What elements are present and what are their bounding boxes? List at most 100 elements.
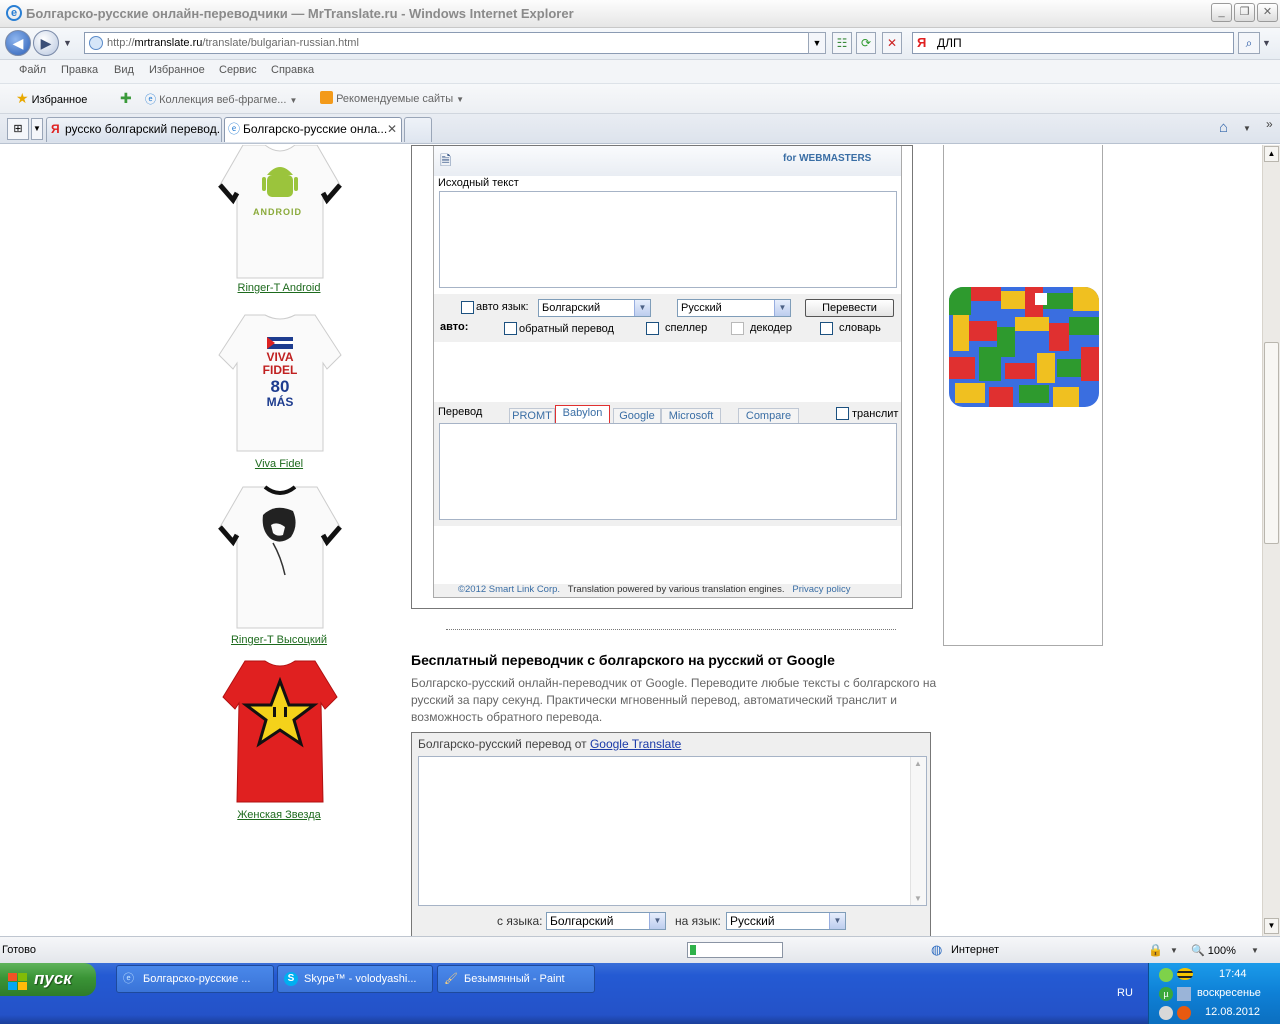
shirt-star[interactable] xyxy=(215,659,345,804)
dictionary-checkbox[interactable] xyxy=(820,322,833,335)
scroll-down-icon[interactable]: ▼ xyxy=(1264,918,1279,934)
to-lang-select[interactable]: Русский ▼ xyxy=(677,299,791,317)
tray-icon[interactable] xyxy=(1159,1006,1173,1020)
privacy-link[interactable]: Privacy policy xyxy=(792,584,850,595)
google-from-select[interactable]: Болгарский ▼ xyxy=(546,912,666,930)
decoder-checkbox[interactable] xyxy=(731,322,744,335)
source-textarea[interactable] xyxy=(439,191,897,288)
scroll-thumb[interactable] xyxy=(1264,342,1279,544)
clock-time: 17:44 xyxy=(1219,968,1247,980)
result-footer-panel xyxy=(434,526,901,584)
scroll-up-icon[interactable]: ▲ xyxy=(914,759,922,768)
home-icon[interactable]: ⌂ xyxy=(1219,119,1228,136)
shirt-viva-fidel[interactable]: VIVA FIDEL 80 MÁS xyxy=(213,313,347,453)
menu-view[interactable]: Вид xyxy=(114,64,134,76)
decoder-label: декодер xyxy=(750,322,793,334)
refresh-icon[interactable]: ⟳ xyxy=(856,32,876,54)
protected-mode-icon[interactable]: 🔒 xyxy=(1148,943,1163,957)
menu-favorites[interactable]: Избранное xyxy=(149,64,205,76)
address-input[interactable]: http://mrtranslate.ru/translate/bulgaria… xyxy=(84,32,826,54)
footer-copyright[interactable]: ©2012 Smart Link Corp. xyxy=(458,584,560,595)
shirt-caption-viva-fidel[interactable]: Viva Fidel xyxy=(199,458,359,470)
search-go-icon[interactable]: ⌕ xyxy=(1238,32,1260,54)
web-slice-gallery-link[interactable]: ⓔ Коллекция веб-фрагме... ▼ xyxy=(145,91,297,107)
menu-help[interactable]: Справка xyxy=(271,64,314,76)
utorrent-icon[interactable]: µ xyxy=(1159,987,1173,1001)
zoom-dropdown-icon[interactable]: ▼ xyxy=(1251,946,1259,955)
engine-tab-google[interactable]: Google xyxy=(613,408,661,424)
close-tab-icon[interactable]: ✕ xyxy=(387,118,397,140)
maximize-button[interactable]: ❐ xyxy=(1234,3,1255,22)
beeline-icon[interactable] xyxy=(1177,968,1193,980)
document-icon: 🗎 xyxy=(440,152,452,168)
speller-checkbox[interactable] xyxy=(646,322,659,335)
scroll-down-icon[interactable]: ▼ xyxy=(914,894,922,903)
menu-tools[interactable]: Сервис xyxy=(219,64,257,76)
shirt-vysotsky[interactable] xyxy=(215,485,345,630)
auto-options-label: авто: xyxy=(440,321,469,333)
suggested-sites-link[interactable]: Рекомендуемые сайты ▼ xyxy=(320,91,464,105)
translate-button[interactable]: Перевести xyxy=(805,299,894,317)
favorites-button[interactable]: ★ Избранное xyxy=(16,90,87,107)
result-textarea[interactable] xyxy=(439,423,897,520)
toolbar-more-icon[interactable]: » xyxy=(1266,117,1273,131)
engine-tab-microsoft[interactable]: Microsoft xyxy=(661,408,721,424)
taskbar-button-ie[interactable]: ⓔ Болгарско-русские ... xyxy=(116,965,274,993)
menu-file[interactable]: Файл xyxy=(19,64,46,76)
star-shirt-image xyxy=(222,660,338,803)
tab-bulgarian-russian[interactable]: ⓔ Болгарско-русские онла... ✕ xyxy=(224,117,402,142)
viva-fidel-print: VIVA FIDEL 80 MÁS xyxy=(257,351,303,409)
tray-icon[interactable] xyxy=(1177,1006,1191,1020)
compat-view-icon[interactable]: ☷ xyxy=(832,32,852,54)
suggested-sites-icon xyxy=(320,91,333,104)
engine-tab-compare[interactable]: Compare xyxy=(738,408,799,424)
vertical-scrollbar[interactable]: ▲ ▼ xyxy=(1262,145,1280,936)
quick-tabs-icon[interactable]: ⊞ xyxy=(7,118,29,140)
reverse-checkbox[interactable] xyxy=(504,322,517,335)
shirt-android[interactable]: ANDROID xyxy=(215,145,345,280)
home-dropdown-icon[interactable]: ▼ xyxy=(1243,124,1251,133)
google-to-select[interactable]: Русский ▼ xyxy=(726,912,846,930)
engine-tab-promt[interactable]: PROMT xyxy=(509,408,555,424)
title-bar: e Болгарско-русские онлайн-переводчики —… xyxy=(0,0,1280,28)
mosaic-ad-image[interactable] xyxy=(949,287,1099,407)
menu-edit[interactable]: Правка xyxy=(61,64,98,76)
add-favorite-icon[interactable]: ✚ xyxy=(120,90,132,107)
translit-checkbox[interactable] xyxy=(836,407,849,420)
scroll-up-icon[interactable]: ▲ xyxy=(1264,146,1279,162)
network-icon[interactable] xyxy=(1177,987,1191,1001)
webmasters-link[interactable]: for WEBMASTERS xyxy=(783,153,871,164)
back-button[interactable]: ◀ xyxy=(5,30,31,56)
minimize-button[interactable]: _ xyxy=(1211,3,1232,22)
close-button[interactable]: ✕ xyxy=(1257,3,1278,22)
auto-lang-checkbox[interactable] xyxy=(461,301,474,314)
speller-label: спеллер xyxy=(665,322,708,334)
search-input[interactable]: Я ДЛП xyxy=(912,32,1234,54)
taskbar-button-skype[interactable]: S Skype™ - volodyashi... xyxy=(277,965,433,993)
zoom-control[interactable]: 🔍 100% xyxy=(1191,944,1236,957)
taskbar-button-paint[interactable]: 🖌 Безымянный - Paint xyxy=(437,965,595,993)
google-source-textarea[interactable]: ▲ ▼ xyxy=(418,756,927,906)
search-options-icon[interactable]: ▼ xyxy=(1262,38,1271,48)
google-translate-link[interactable]: Google Translate xyxy=(590,737,681,751)
google-from-label: с языка: xyxy=(497,914,543,928)
shirt-caption-android[interactable]: Ringer-T Android xyxy=(199,282,359,294)
tab-russian-bulgarian[interactable]: Я русско болгарский перевод... xyxy=(46,117,222,142)
textarea-scrollbar[interactable]: ▲ ▼ xyxy=(910,757,926,905)
start-button[interactable]: пуск xyxy=(0,963,96,996)
chevron-down-icon[interactable]: ▼ xyxy=(1170,946,1178,955)
vysotsky-shirt-image xyxy=(218,485,342,629)
engine-tab-babylon[interactable]: Babylon xyxy=(555,405,610,423)
history-dropdown-icon[interactable]: ▼ xyxy=(63,38,72,48)
tray-status-icon[interactable] xyxy=(1159,968,1173,982)
shirt-caption-vysotsky[interactable]: Ringer-T Высоцкий xyxy=(199,634,359,646)
shirt-caption-star[interactable]: Женская Звезда xyxy=(199,809,359,821)
address-dropdown-icon[interactable]: ▼ xyxy=(808,32,826,54)
forward-button[interactable]: ▶ xyxy=(33,30,59,56)
from-lang-select[interactable]: Болгарский ▼ xyxy=(538,299,651,317)
tab-list-icon[interactable]: ▼ xyxy=(31,118,43,140)
new-tab-button[interactable] xyxy=(404,117,432,142)
stop-icon[interactable]: ✕ xyxy=(882,32,902,54)
language-indicator[interactable]: RU xyxy=(1117,987,1133,999)
yandex-tab-icon: Я xyxy=(51,122,60,136)
